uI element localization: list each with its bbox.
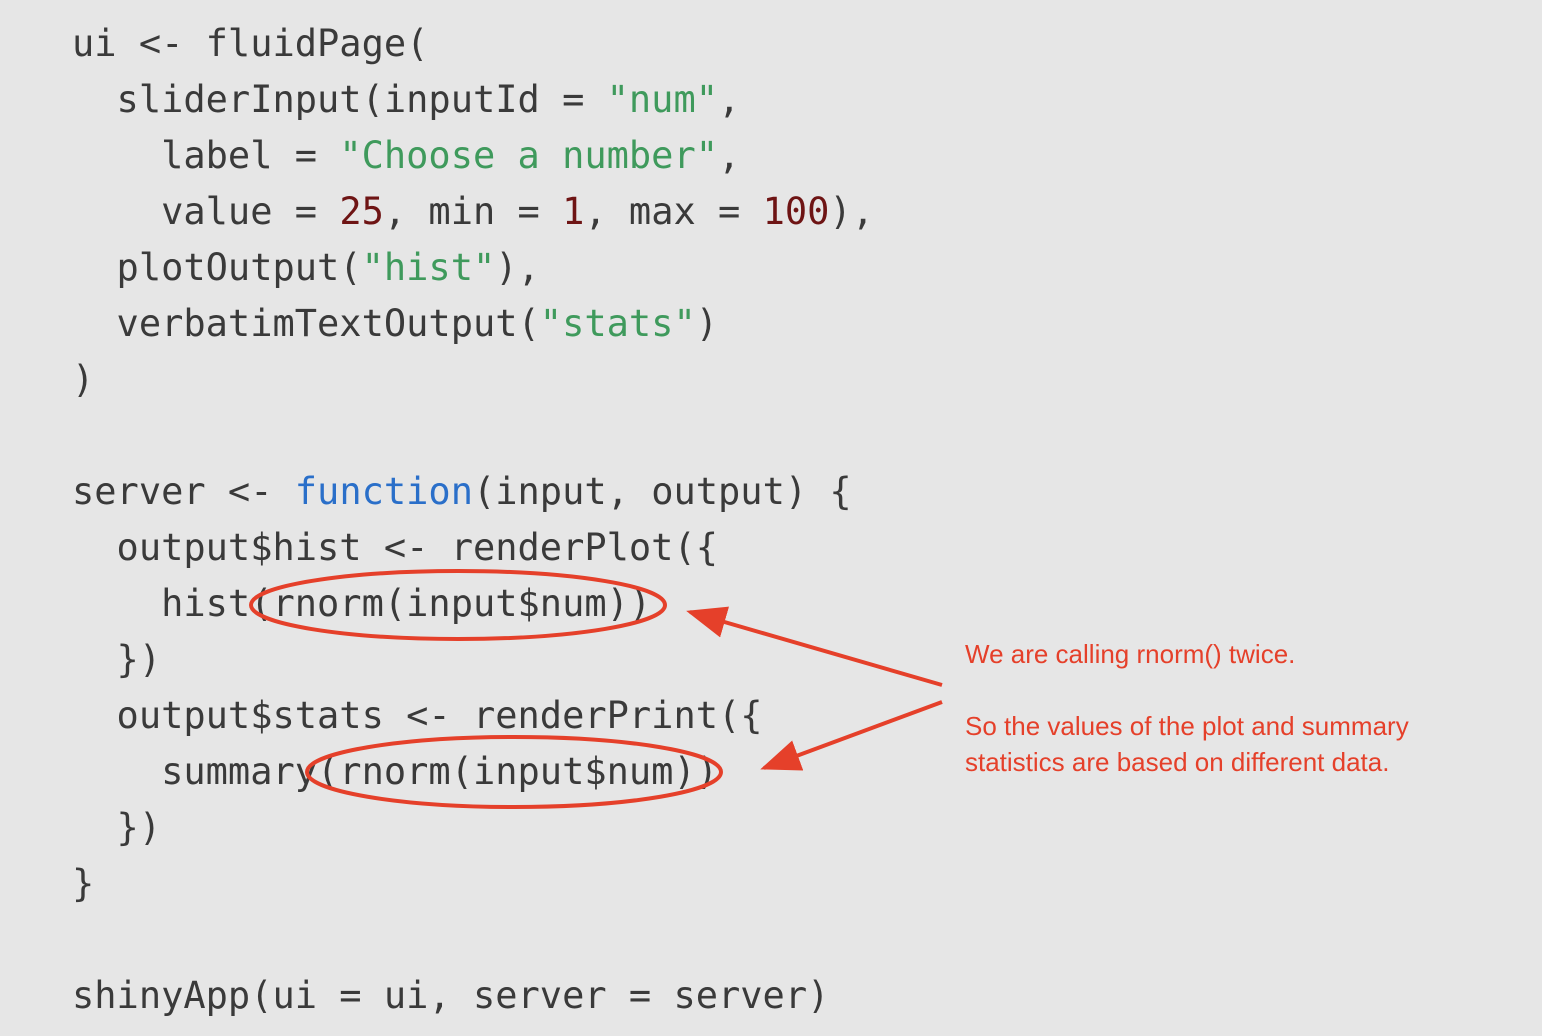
code-line: label = "Choose a number", <box>72 128 874 184</box>
code-token: , <box>718 78 741 121</box>
code-line: verbatimTextOutput("stats") <box>72 296 874 352</box>
code-token: , <box>718 134 741 177</box>
code-line: output$stats <- renderPrint({ <box>72 688 874 744</box>
code-line: } <box>72 856 874 912</box>
code-line: hist(rnorm(input$num)) <box>72 576 874 632</box>
code-string: "hist" <box>361 246 496 289</box>
code-token: ) <box>695 302 719 345</box>
code-number: 25 <box>339 190 384 233</box>
code-line: }) <box>72 800 874 856</box>
annotation-note-calling-twice: We are calling rnorm() twice. <box>965 639 1296 669</box>
code-token: ) <box>72 358 95 401</box>
annotation-note-different-data: So the values of the plot and summary st… <box>965 711 1409 777</box>
code-line: sliderInput(inputId = "num", <box>72 72 874 128</box>
slide: ui <- fluidPage( sliderInput(inputId = "… <box>0 0 1542 1036</box>
code-token: plotOutput( <box>72 246 362 289</box>
code-token: ui <- fluidPage( <box>72 22 429 65</box>
code-string: "Choose a number" <box>339 134 719 177</box>
code-token: }) <box>72 806 162 849</box>
code-token: sliderInput(inputId = <box>72 78 607 121</box>
code-token: output$stats <- renderPrint({ <box>72 694 763 737</box>
code-token: , max = <box>584 190 763 233</box>
code-token: } <box>72 862 95 905</box>
code-line: output$hist <- renderPlot({ <box>72 520 874 576</box>
code-token: }) <box>72 638 162 681</box>
code-line: plotOutput("hist"), <box>72 240 874 296</box>
code-keyword: function <box>294 470 473 513</box>
code-line: server <- function(input, output) { <box>72 464 874 520</box>
code-number: 1 <box>562 190 585 233</box>
code-token: summary(rnorm(input$num)) <box>72 750 719 793</box>
code-token: verbatimTextOutput( <box>72 302 540 345</box>
code-number: 100 <box>762 190 830 233</box>
code-token: hist(rnorm(input$num)) <box>72 582 652 625</box>
code-line: }) <box>72 632 874 688</box>
code-string: "num" <box>606 78 719 121</box>
code-string: "stats" <box>539 302 696 345</box>
code-token: value = <box>72 190 340 233</box>
code-line: value = 25, min = 1, max = 100), <box>72 184 874 240</box>
code-token: ), <box>829 190 874 233</box>
code-token: shinyApp(ui = ui, server = server) <box>72 974 830 1017</box>
code-token: output$hist <- renderPlot({ <box>72 526 719 569</box>
code-line: ) <box>72 352 874 408</box>
code-line: summary(rnorm(input$num)) <box>72 744 874 800</box>
code-line: shinyApp(ui = ui, server = server) <box>72 968 874 1024</box>
code-block: ui <- fluidPage( sliderInput(inputId = "… <box>72 16 874 1024</box>
code-token: label = <box>72 134 340 177</box>
code-token: ), <box>495 246 540 289</box>
code-token: , min = <box>383 190 563 233</box>
code-token: server <- <box>72 470 295 513</box>
code-line: ui <- fluidPage( <box>72 16 874 72</box>
code-token: (input, output) { <box>472 470 852 513</box>
